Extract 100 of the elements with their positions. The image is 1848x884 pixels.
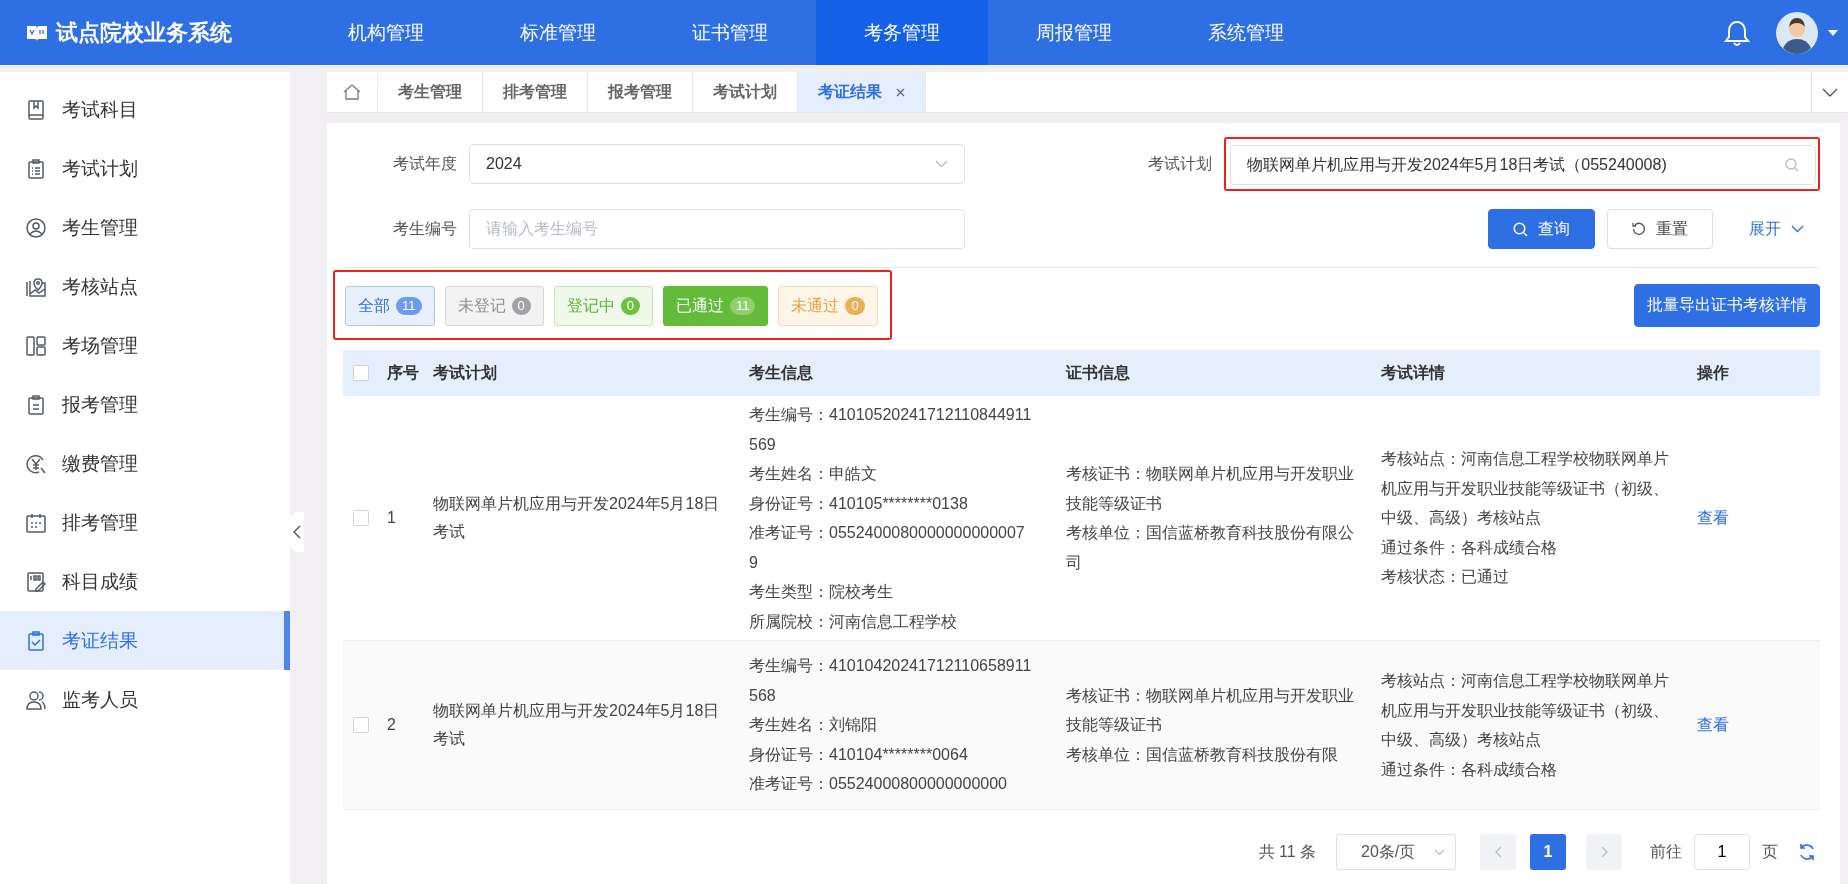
table-cell-text: 考生类型：院校考生 [749,582,894,602]
chevron-right-icon [1600,846,1608,858]
table-cell-text: 考核证书：物联网单片机应用与开发职业技能等级证书 [1066,685,1355,736]
count-badge: 0 [620,297,640,315]
view-link[interactable]: 查看 [1697,715,1729,733]
column-header: 考试详情 [1381,363,1445,381]
page-number[interactable]: 1 [1530,834,1566,870]
sidebar-item[interactable]: 考场管理 [0,316,290,375]
export-button[interactable]: 批量导出证书考核详情 [1634,283,1820,327]
column-header: 操作 [1697,363,1729,381]
table-cell: 1 [387,509,396,526]
chevron-down-icon [1822,87,1838,97]
table-cell-text: 考核站点：河南信息工程学校物联网单片机应用与开发职业技能等级证书（初级、中级、高级）考核站点 [1381,449,1670,529]
caret-icon[interactable] [1828,29,1838,36]
sidebar-item[interactable]: 考生管理 [0,198,290,257]
status-filter-button[interactable]: 未登记 0 [444,286,544,326]
sidebar-item[interactable]: 科目成绩 [0,552,290,611]
total-count: 共 11 条 [1258,841,1316,862]
page-tab[interactable]: 考证结果 [798,72,926,112]
expand-link[interactable]: 展开 [1743,217,1810,241]
page-size-select[interactable]: 20条/页 [1336,834,1456,870]
status-filter-button[interactable]: 全部 11 [345,286,435,326]
table-cell: 2 [387,716,396,733]
page-tab[interactable]: 报考管理 [588,72,693,112]
sidebar-item[interactable]: 考试计划 [0,139,290,198]
table-cell: 物联网单片机应用与开发2024年5月18日考试 [433,702,720,747]
table-cell-text: 通过条件：各科成绩合格 [1381,537,1558,558]
page-input[interactable]: 1 [1694,834,1750,870]
search-icon [1785,158,1799,172]
list-clipboard-icon [26,158,46,179]
chevron-left-icon [293,525,301,539]
page-unit-label: 页 [1762,841,1778,862]
nav-tab[interactable]: 系统管理 [1160,0,1332,65]
nav-tab[interactable]: 证书管理 [644,0,816,65]
count-badge: 11 [729,297,756,315]
table-cell-text: 考核状态：已通过 [1381,567,1510,588]
exam-plan-field[interactable]: 物联网单片机应用与开发2024年5月18日考试（055240008) [1230,145,1816,185]
column-header: 序号 [387,363,419,381]
table-cell-text: 所属院校：河南信息工程学校 [749,611,958,632]
goto-label: 前往 [1650,841,1682,862]
sidebar-item[interactable]: 报考管理 [0,375,290,434]
table-cell-text: 身份证号：410105********0138 [749,493,969,514]
chevron-down-icon [935,160,948,168]
chevron-down-icon [1434,848,1445,856]
book-icon [26,99,46,120]
column-header: 证书信息 [1066,363,1130,381]
collapse-handle[interactable] [290,512,304,552]
column-header: 考生信息 [749,363,813,381]
table-cell-text: 准考证号：05524000800000000000 [749,774,1008,795]
sidebar-item[interactable]: 考试科目 [0,80,290,139]
home-icon [343,84,361,100]
table-cell-text: 准考证号：05524000800000000000079 [749,523,1026,573]
nav-tab[interactable]: 机构管理 [300,0,472,65]
nav-tab[interactable]: 标准管理 [472,0,644,65]
table-cell-text: 考核证书：物联网单片机应用与开发职业技能等级证书 [1066,464,1355,514]
app-title: 试点院校业务系统 [56,18,232,47]
field-label: 考生编号 [392,218,458,239]
table-cell-text: 考生姓名：刘锦阳 [749,715,878,736]
row-checkbox[interactable] [353,717,369,733]
calendar-icon [26,512,46,533]
sidebar-item[interactable]: 排考管理 [0,493,290,552]
row-checkbox[interactable] [353,510,369,526]
reset-button[interactable]: 重置 [1607,209,1713,249]
users-icon [26,689,46,710]
year-select[interactable]: 2024 [469,144,965,184]
nav-tab[interactable]: 周报管理 [988,0,1160,65]
student-number-field[interactable]: 请输入考生编号 [469,209,965,249]
yen-coin-icon [26,453,46,474]
user-circle-icon [26,217,46,238]
avatar-icon[interactable] [1776,11,1818,54]
field-label: 考试计划 [1147,153,1213,174]
map-pin-icon [26,276,46,297]
chevron-left-icon [1494,846,1502,858]
view-link[interactable]: 查看 [1697,508,1729,526]
page-tab[interactable]: 考生管理 [378,72,483,112]
close-icon[interactable] [896,87,905,97]
table-cell-text: 考核单位：国信蓝桥教育科技股份有限公司 [1066,523,1355,573]
refresh-icon [1632,222,1646,236]
clipboard-icon [26,394,46,415]
chevron-down-icon [1791,225,1804,233]
sidebar-item[interactable]: 考证结果 [0,611,290,670]
sidebar-item[interactable]: 监考人员 [0,670,290,729]
table-cell-text: 考生编号：41010520241712110844911569 [749,405,1032,455]
nav-tab[interactable]: 考务管理 [816,0,988,65]
layout-icon [26,335,46,356]
book-logo-icon [26,23,48,42]
search-button[interactable]: 查询 [1488,209,1595,249]
bell-icon[interactable] [1724,18,1750,47]
table-cell-text: 考生姓名：申皓文 [749,464,878,484]
page-tab[interactable]: 排考管理 [483,72,588,112]
table-cell: 物联网单片机应用与开发2024年5月18日考试 [433,495,720,540]
count-badge: 0 [845,297,865,315]
count-badge: 11 [396,297,422,315]
checked-clipboard-icon [26,630,46,651]
sidebar-item[interactable]: 缴费管理 [0,434,290,493]
select-all-checkbox[interactable] [353,365,369,381]
refresh-icon[interactable] [1798,843,1816,861]
count-badge: 0 [511,297,531,315]
sidebar-item[interactable]: 考核站点 [0,257,290,316]
table-cell-text: 身份证号：410104********0064 [749,744,969,765]
